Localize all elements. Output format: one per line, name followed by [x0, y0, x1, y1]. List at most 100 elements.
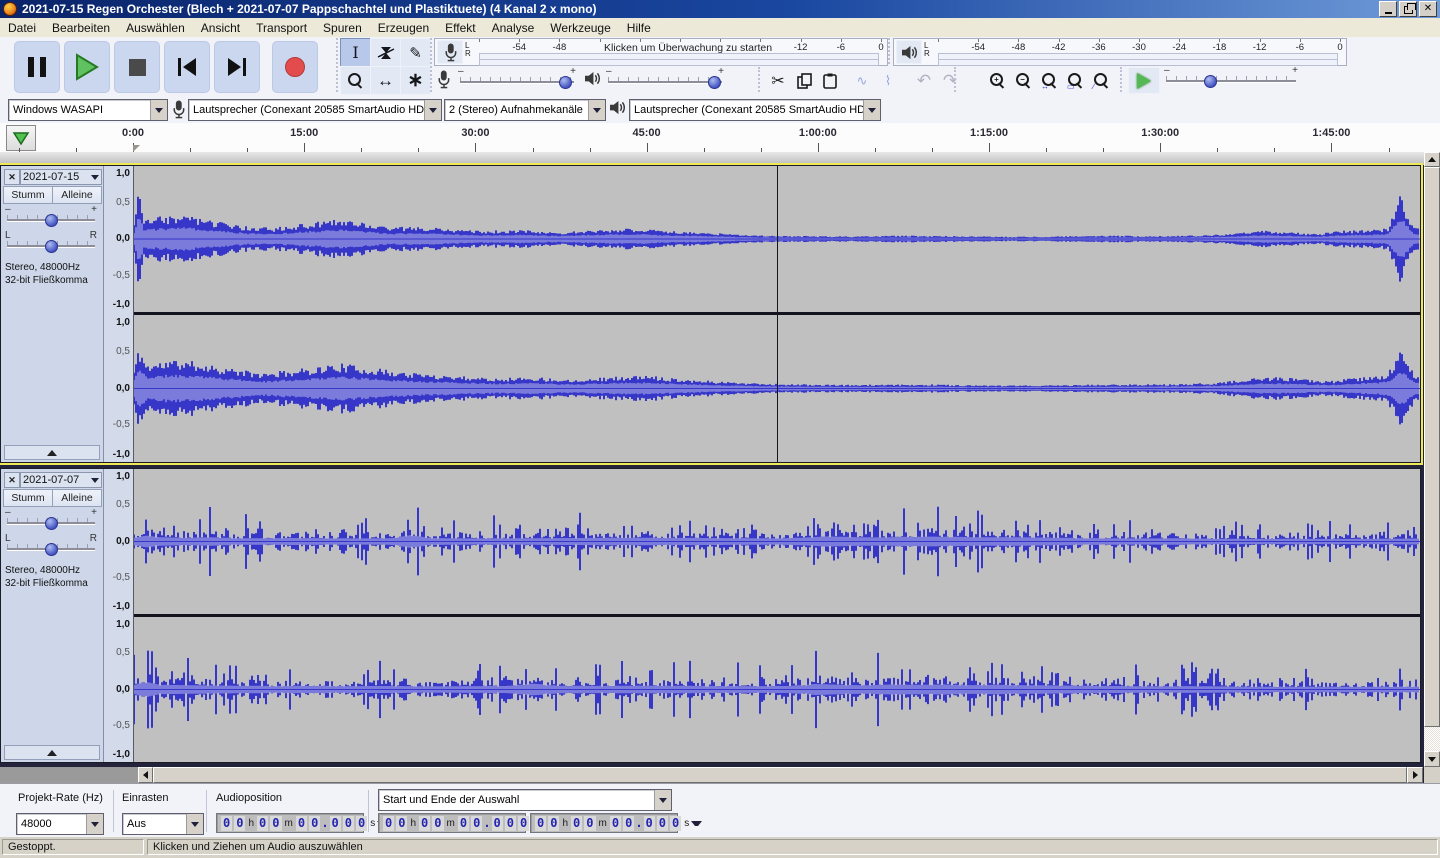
- dropdown-button[interactable]: [654, 790, 671, 810]
- recording-channels-select[interactable]: 2 (Stereo) Aufnahmekanäle: [444, 99, 606, 121]
- track-title-button[interactable]: 2021-07-07: [20, 472, 102, 488]
- dropdown-button[interactable]: [150, 100, 167, 120]
- zoom-to-selection-button[interactable]: ↔: [1037, 67, 1063, 94]
- scroll-up-button[interactable]: [1424, 152, 1440, 167]
- multi-tool-button[interactable]: ∗: [400, 66, 431, 95]
- menu-hilfe[interactable]: Hilfe: [619, 19, 659, 37]
- minimize-button[interactable]: [1379, 1, 1397, 17]
- restore-button[interactable]: [1399, 1, 1417, 17]
- zoom-toggle-button[interactable]: ∕: [1089, 67, 1115, 94]
- zoom-in-button[interactable]: +: [985, 67, 1011, 94]
- slider-thumb[interactable]: [45, 543, 58, 556]
- stop-button[interactable]: [114, 41, 160, 93]
- clip-boundary-line[interactable]: [777, 166, 778, 462]
- title-bar[interactable]: 2021-07-15 Regen Orchester (Blech + 2021…: [0, 0, 1440, 18]
- undo-button[interactable]: ↶: [911, 67, 937, 94]
- trim-audio-outside-selection-button[interactable]: ∿: [849, 67, 875, 94]
- play-at-speed-button[interactable]: [1128, 67, 1160, 94]
- vertical-scrollbar[interactable]: [1424, 152, 1440, 767]
- pan-slider[interactable]: LR: [5, 232, 97, 254]
- menu-analyse[interactable]: Analyse: [484, 19, 543, 37]
- paste-button[interactable]: [817, 67, 843, 94]
- menu-auswhlen[interactable]: Auswählen: [118, 19, 193, 37]
- copy-button[interactable]: [791, 67, 817, 94]
- recording-device-select[interactable]: Lautsprecher (Conexant 20585 SmartAudio …: [188, 99, 442, 121]
- close-button[interactable]: ✕: [1419, 1, 1437, 17]
- snap-select[interactable]: Aus: [122, 813, 204, 835]
- fit-project-button[interactable]: ▭: [1063, 67, 1089, 94]
- channel-right[interactable]: [134, 617, 1420, 762]
- zoom-out-button[interactable]: −: [1011, 67, 1037, 94]
- audio-host-select[interactable]: Windows WASAPI: [8, 99, 168, 121]
- meter-mic-button[interactable]: [437, 40, 463, 64]
- gain-slider[interactable]: –+: [5, 509, 97, 531]
- track-close-button[interactable]: ✕: [4, 169, 20, 185]
- vertical-ruler[interactable]: 1,00,50,0-0,5-1,01,00,50,0-0,5-1,0: [104, 166, 134, 462]
- dropdown-button[interactable]: [863, 100, 880, 120]
- play-speed-slider[interactable]: –+: [1164, 67, 1298, 89]
- horizontal-scroll-thumb[interactable]: [153, 767, 1407, 783]
- channel-left[interactable]: [134, 469, 1420, 614]
- playback-device-select[interactable]: Lautsprecher (Conexant 20585 SmartAudio …: [629, 99, 881, 121]
- envelope-tool-button[interactable]: [370, 38, 401, 67]
- dropdown-button[interactable]: [588, 100, 605, 120]
- slider-thumb[interactable]: [708, 76, 721, 89]
- pan-slider[interactable]: LR: [5, 535, 97, 557]
- selection-start-display[interactable]: 00h00m00.000s: [378, 813, 526, 833]
- chevron-down-icon[interactable]: [691, 821, 702, 826]
- track-title-button[interactable]: 2021-07-15: [20, 169, 102, 185]
- skip-to-start-button[interactable]: [164, 41, 210, 93]
- menu-werkzeuge[interactable]: Werkzeuge: [542, 19, 618, 37]
- track-wave-zone[interactable]: [134, 166, 1420, 462]
- vertical-ruler[interactable]: 1,00,50,0-0,5-1,01,00,50,0-0,5-1,0: [104, 469, 134, 762]
- collapse-track-button[interactable]: [4, 745, 100, 760]
- track-2021-07-15[interactable]: ✕2021-07-15StummAlleine–+LRStereo, 48000…: [0, 165, 1421, 463]
- menu-transport[interactable]: Transport: [248, 19, 315, 37]
- playback-volume-slider[interactable]: –+: [606, 68, 724, 90]
- selection-end-display[interactable]: 00h00m00.000s: [530, 813, 678, 833]
- track-wave-zone[interactable]: [134, 469, 1420, 762]
- scroll-down-button[interactable]: [1424, 751, 1440, 767]
- slider-thumb[interactable]: [45, 517, 58, 530]
- slider-thumb[interactable]: [45, 240, 58, 253]
- vertical-scroll-thumb[interactable]: [1424, 167, 1440, 727]
- slider-thumb[interactable]: [45, 214, 58, 227]
- play-button[interactable]: [64, 41, 110, 93]
- zoom-tool-button[interactable]: [340, 66, 371, 95]
- collapse-track-button[interactable]: [4, 445, 100, 460]
- menu-spuren[interactable]: Spuren: [315, 19, 370, 37]
- redo-button[interactable]: ↷: [937, 67, 963, 94]
- silence-audio-selection-button[interactable]: ⌇: [875, 67, 901, 94]
- audio-position-display[interactable]: 00h00m00.000s: [216, 813, 364, 833]
- selection-range-mode-select[interactable]: Start und Ende der Auswahl: [378, 789, 672, 811]
- meter-speaker-button[interactable]: [896, 40, 922, 64]
- recording-meter[interactable]: LR-54-48-12-60Klicken um Überwachung zu …: [434, 38, 888, 66]
- solo-button[interactable]: Alleine: [52, 489, 102, 507]
- timeline-ruler[interactable]: 0:0015:0030:0045:001:00:001:15:001:30:00…: [0, 123, 1440, 153]
- waveform[interactable]: [134, 469, 1420, 614]
- track-2021-07-07[interactable]: ✕2021-07-07StummAlleine–+LRStereo, 48000…: [0, 468, 1421, 763]
- cut-button[interactable]: ✂: [765, 67, 791, 94]
- track-close-button[interactable]: ✕: [4, 472, 20, 488]
- menu-datei[interactable]: Datei: [0, 19, 44, 37]
- mute-button[interactable]: Stumm: [3, 489, 53, 507]
- menu-effekt[interactable]: Effekt: [437, 19, 483, 37]
- slider-thumb[interactable]: [559, 76, 572, 89]
- project-rate-select[interactable]: 48000: [16, 813, 104, 835]
- pinned-play-head-button[interactable]: [6, 125, 36, 151]
- menu-erzeugen[interactable]: Erzeugen: [370, 19, 437, 37]
- solo-button[interactable]: Alleine: [52, 186, 102, 204]
- record-button[interactable]: [272, 41, 318, 93]
- slider-thumb[interactable]: [1204, 75, 1217, 88]
- timeshift-tool-button[interactable]: ↔: [370, 66, 401, 95]
- dropdown-button[interactable]: [424, 100, 441, 120]
- playback-meter[interactable]: LR-54-48-42-36-30-24-18-12-60: [893, 38, 1347, 66]
- scroll-left-button[interactable]: [138, 767, 153, 783]
- recording-volume-slider[interactable]: –+: [458, 68, 576, 90]
- gain-slider[interactable]: –+: [5, 206, 97, 228]
- draw-tool-button[interactable]: ✎: [400, 38, 431, 67]
- pause-button[interactable]: [14, 41, 60, 93]
- menu-bearbeiten[interactable]: Bearbeiten: [44, 19, 118, 37]
- dropdown-button[interactable]: [186, 814, 203, 834]
- dropdown-button[interactable]: [86, 814, 103, 834]
